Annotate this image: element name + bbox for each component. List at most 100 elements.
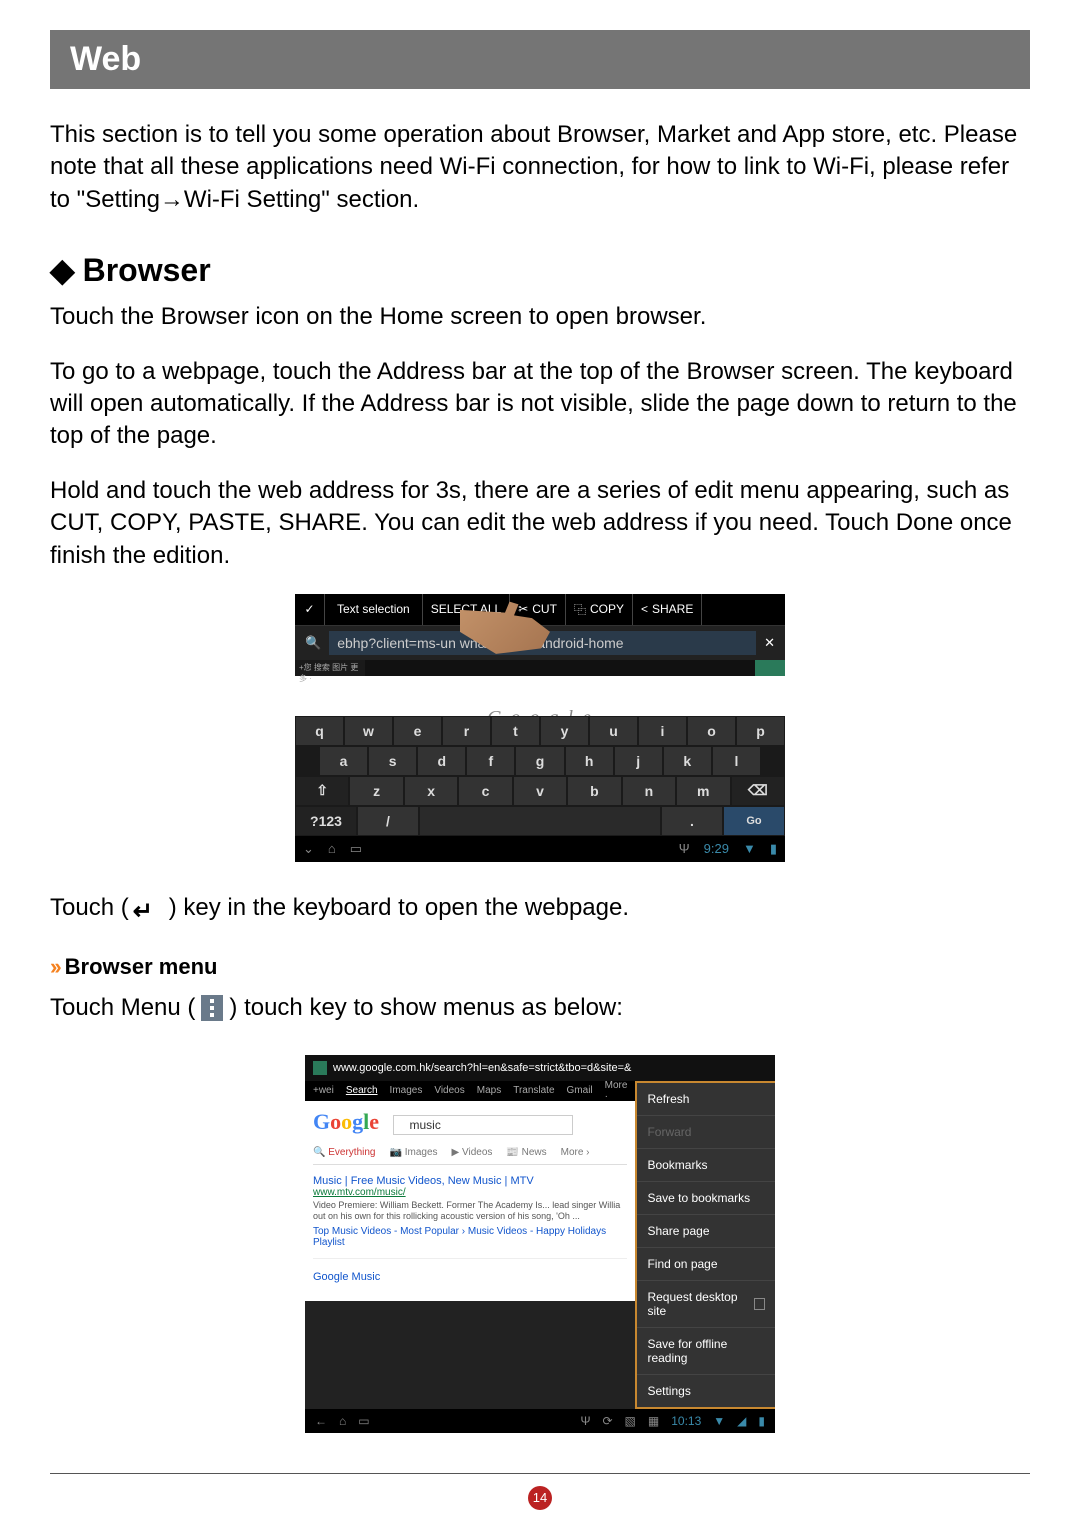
key-dot[interactable]: . bbox=[662, 807, 722, 835]
google-tabs[interactable]: +wei Search Images Videos Maps Translate Gmail… bbox=[305, 1081, 635, 1101]
enter-key-icon: ↵ bbox=[133, 896, 165, 920]
usb-icon: Ψ bbox=[580, 1414, 590, 1428]
s2-address-bar[interactable]: www.google.com.hk/search?hl=en&safe=stri… bbox=[305, 1055, 775, 1081]
menu-save-offline[interactable]: Save for offline reading bbox=[637, 1328, 775, 1375]
touch-key-instruction: Touch ( ↵ ) key in the keyboard to open … bbox=[50, 892, 1030, 924]
menu-forward: Forward bbox=[637, 1116, 775, 1149]
page-number: 14 bbox=[528, 1486, 552, 1510]
copy-button[interactable]: ⿻COPY bbox=[566, 594, 633, 625]
paragraph-3: Hold and touch the web address for 3s, t… bbox=[50, 475, 1030, 572]
key-h[interactable]: h bbox=[566, 747, 613, 775]
recent-icon[interactable]: ▭ bbox=[350, 841, 362, 857]
google-tab-images[interactable]: Images bbox=[390, 1085, 423, 1096]
screenshot-text-selection: ✓ Text selection SELECT ALL ✂CUT ⿻COPY <… bbox=[295, 594, 785, 862]
key-d[interactable]: d bbox=[418, 747, 465, 775]
key-e[interactable]: e bbox=[394, 717, 441, 745]
key-slash[interactable]: / bbox=[358, 807, 418, 835]
search-result-1[interactable]: Music | Free Music Videos, New Music | M… bbox=[313, 1165, 627, 1259]
key-b[interactable]: b bbox=[568, 777, 620, 805]
collapse-icon[interactable]: ⌄ bbox=[303, 841, 314, 857]
menu-settings[interactable]: Settings bbox=[637, 1375, 775, 1407]
key-s[interactable]: s bbox=[369, 747, 416, 775]
wifi-icon: ▼ bbox=[743, 841, 756, 856]
key-r[interactable]: r bbox=[443, 717, 490, 745]
menu-bookmarks[interactable]: Bookmarks bbox=[637, 1149, 775, 1182]
google-tab-+wei[interactable]: +wei bbox=[313, 1085, 334, 1096]
key-k[interactable]: k bbox=[664, 747, 711, 775]
screenshot-browser-menu: www.google.com.hk/search?hl=en&safe=stri… bbox=[305, 1055, 775, 1433]
key-w[interactable]: w bbox=[345, 717, 392, 745]
search-icon: 🔍 bbox=[305, 635, 321, 651]
menu-share-page[interactable]: Share page bbox=[637, 1215, 775, 1248]
filter-0[interactable]: 🔍 Everything bbox=[313, 1147, 375, 1158]
browser-overflow-menu: Refresh Forward Bookmarks Save to bookma… bbox=[635, 1081, 775, 1409]
key-123[interactable]: ?123 bbox=[296, 807, 356, 835]
diamond-icon: ◆ bbox=[50, 252, 75, 288]
status-time: 9:29 bbox=[704, 841, 729, 856]
key-x[interactable]: x bbox=[405, 777, 457, 805]
keyboard[interactable]: qwertyuiop asdfghjkl ⇧zxcvbnm⌫ ?123 / . … bbox=[295, 716, 785, 836]
google-tab-translate[interactable]: Translate bbox=[513, 1085, 554, 1096]
key-m[interactable]: m bbox=[677, 777, 729, 805]
key-o[interactable]: o bbox=[688, 717, 735, 745]
key-g[interactable]: g bbox=[516, 747, 563, 775]
filter-2[interactable]: ▶ Videos bbox=[452, 1147, 493, 1158]
key-p[interactable]: p bbox=[737, 717, 784, 745]
key-u[interactable]: u bbox=[590, 717, 637, 745]
intro-text: This section is to tell you some operati… bbox=[50, 119, 1030, 216]
recent-icon[interactable]: ▭ bbox=[358, 1414, 369, 1428]
paragraph-1: Touch the Browser icon on the Home scree… bbox=[50, 301, 1030, 333]
key-y[interactable]: y bbox=[541, 717, 588, 745]
text-selection-toolbar: ✓ Text selection SELECT ALL ✂CUT ⿻COPY <… bbox=[295, 594, 785, 626]
key-f[interactable]: f bbox=[467, 747, 514, 775]
key-⇧[interactable]: ⇧ bbox=[296, 777, 348, 805]
sub-heading-browser-menu: ››Browser menu bbox=[50, 954, 1030, 980]
key-q[interactable]: q bbox=[296, 717, 343, 745]
done-check-icon[interactable]: ✓ bbox=[295, 594, 325, 625]
key-a[interactable]: a bbox=[320, 747, 367, 775]
key-v[interactable]: v bbox=[514, 777, 566, 805]
tab-strip: +您 搜索 图片 更多 · bbox=[295, 660, 785, 676]
section-heading-browser: ◆Browser bbox=[50, 251, 1030, 289]
sd-icon: ▧ bbox=[625, 1414, 636, 1428]
clear-icon[interactable]: ✕ bbox=[764, 635, 775, 651]
key-i[interactable]: i bbox=[639, 717, 686, 745]
paragraph-2: To go to a webpage, touch the Address ba… bbox=[50, 356, 1030, 453]
menu-save-bookmarks[interactable]: Save to bookmarks bbox=[637, 1182, 775, 1215]
filter-1[interactable]: 📷 Images bbox=[389, 1147, 437, 1158]
key-z[interactable]: z bbox=[350, 777, 402, 805]
signal-icon: ◢ bbox=[737, 1414, 746, 1428]
favicon-icon bbox=[313, 1061, 327, 1075]
key-t[interactable]: t bbox=[492, 717, 539, 745]
google-tab-gmail[interactable]: Gmail bbox=[567, 1085, 593, 1096]
search-input[interactable]: music bbox=[393, 1115, 573, 1135]
share-button[interactable]: <SHARE bbox=[633, 594, 702, 625]
home-icon[interactable]: ⌂ bbox=[339, 1414, 346, 1428]
s2-status-time: 10:13 bbox=[671, 1414, 701, 1428]
back-icon[interactable]: ← bbox=[315, 1414, 327, 1428]
menu-refresh[interactable]: Refresh bbox=[637, 1083, 775, 1116]
filter-4[interactable]: More › bbox=[561, 1147, 590, 1158]
key-l[interactable]: l bbox=[713, 747, 760, 775]
google-tab-search[interactable]: Search bbox=[346, 1085, 378, 1096]
key-j[interactable]: j bbox=[615, 747, 662, 775]
google-logo: Google bbox=[313, 1109, 385, 1134]
battery-icon: ▮ bbox=[758, 1414, 765, 1428]
key-n[interactable]: n bbox=[623, 777, 675, 805]
google-tab-maps[interactable]: Maps bbox=[477, 1085, 501, 1096]
google-tab-more ·[interactable]: More · bbox=[605, 1080, 628, 1102]
key-⌫[interactable]: ⌫ bbox=[732, 777, 784, 805]
s2-nav-bar: ← ⌂ ▭ Ψ ⟳ ▧ ▦ 10:13 ▼ ◢ ▮ bbox=[305, 1409, 775, 1433]
google-tab-videos[interactable]: Videos bbox=[434, 1085, 464, 1096]
menu-request-desktop[interactable]: Request desktop site bbox=[637, 1281, 775, 1328]
search-filters[interactable]: 🔍 Everything 📷 Images ▶ Videos 📰 News More › bbox=[313, 1141, 627, 1165]
menu-instruction: Touch Menu ( ) touch key to show menus a… bbox=[50, 992, 1030, 1024]
filter-3[interactable]: 📰 News bbox=[506, 1147, 546, 1158]
key-space[interactable] bbox=[420, 807, 660, 835]
menu-find-on-page[interactable]: Find on page bbox=[637, 1248, 775, 1281]
key-c[interactable]: c bbox=[459, 777, 511, 805]
menu-dots-icon bbox=[201, 995, 223, 1021]
search-result-2[interactable]: Google Music bbox=[313, 1259, 627, 1293]
key-go[interactable]: Go bbox=[724, 807, 784, 835]
home-icon[interactable]: ⌂ bbox=[328, 841, 336, 856]
